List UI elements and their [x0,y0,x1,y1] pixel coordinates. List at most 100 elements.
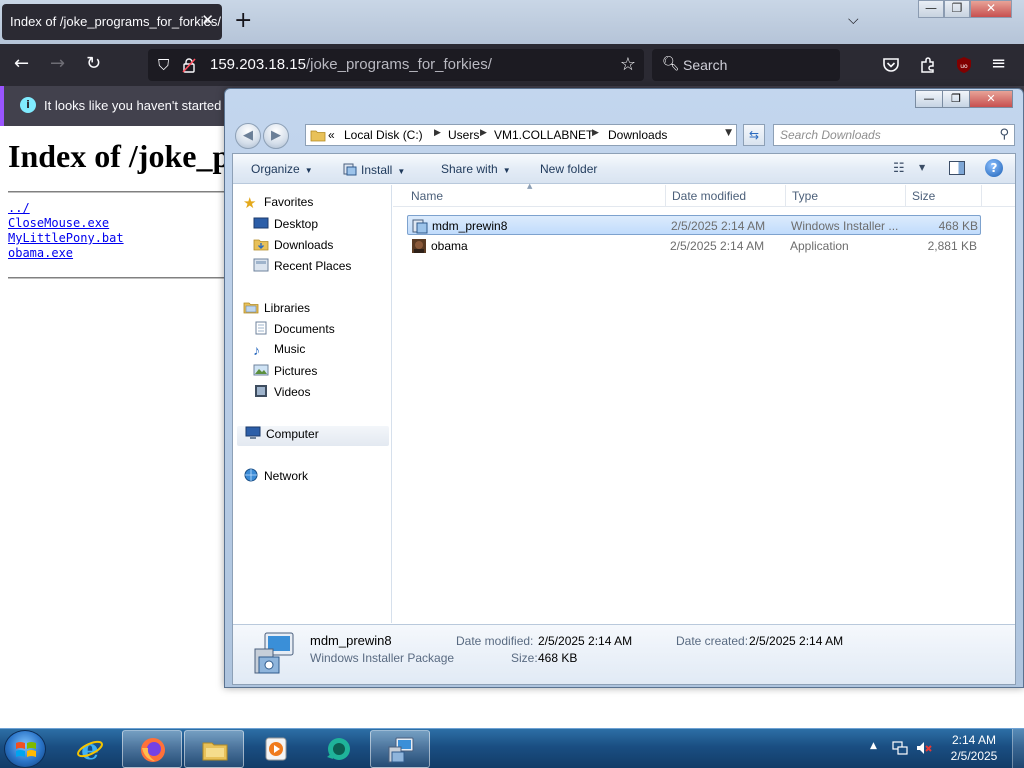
breadcrumb-user[interactable]: VM1.COLLABNET [494,128,593,142]
taskbar-media-player[interactable] [246,730,306,768]
chevron-down-icon[interactable]: ▼ [919,163,925,172]
file-row-mdm-prewin8[interactable]: mdm_prewin8 2/5/2025 2:14 AM Windows Ins… [407,215,981,235]
view-options-icon[interactable]: ☷ [893,161,905,176]
installer-icon [388,737,414,763]
svg-text:uo: uo [960,63,968,70]
minimize-button[interactable]: — [918,0,944,18]
share-with-button[interactable]: Share with ▼ [441,162,511,176]
search-input[interactable]: 🔍︎ Search [652,49,840,81]
reload-icon[interactable]: ↻ [86,53,101,75]
back-button[interactable]: ◀ [235,123,261,149]
column-divider[interactable] [665,185,666,207]
network-tray-icon[interactable] [892,740,908,756]
breadcrumb-users[interactable]: Users [448,128,479,142]
back-arrow-icon[interactable]: ← [14,53,29,75]
details-file-name: mdm_prewin8 [310,633,392,648]
nav-favorites[interactable]: ★ Favorites [243,195,379,215]
preview-pane-icon[interactable] [949,161,965,175]
nav-desktop[interactable]: Desktop [253,216,389,236]
new-folder-button[interactable]: New folder [540,162,597,176]
column-name[interactable]: Name [411,189,443,203]
nav-music[interactable]: ♪ Music [253,342,389,362]
file-type: Application [790,239,849,253]
column-type[interactable]: Type [792,189,818,203]
help-icon[interactable]: ? [985,159,1003,177]
address-dropdown-icon[interactable]: ▼ [725,128,732,138]
forward-button[interactable]: ▶ [263,123,289,149]
column-divider[interactable] [981,185,982,207]
nav-desktop-label: Desktop [274,217,319,231]
tab-bar: Index of /joke_programs_for_forkies/ ✕ +… [0,0,1024,44]
explorer-search-input[interactable]: Search Downloads ⚲ [773,124,1015,146]
nav-computer[interactable]: Computer [237,426,389,446]
explorer-minimize-button[interactable]: — [915,90,943,108]
refresh-icon[interactable]: ⇆ [743,124,765,146]
installer-icon [412,219,428,234]
file-size: 2,881 KB [927,239,977,253]
insecure-lock-icon[interactable] [182,57,196,73]
close-button[interactable]: ✕ [970,0,1012,18]
url-bar[interactable]: ⛉ 159.203.18.15/joke_programs_for_forkie… [148,49,644,81]
breadcrumb-local-disk[interactable]: Local Disk (C:) [344,128,423,142]
search-placeholder: Search [683,57,728,73]
column-divider[interactable] [905,185,906,207]
breadcrumb-overflow[interactable]: « [328,128,335,142]
nav-computer-label: Computer [266,427,319,441]
file-row-obama[interactable]: obama 2/5/2025 2:14 AM Application 2,881… [407,236,981,256]
maximize-button[interactable]: ❐ [944,0,970,18]
organize-button[interactable]: Organize ▼ [251,162,313,176]
nav-documents[interactable]: Documents [253,321,389,341]
details-date-created: 2/5/2025 2:14 AM [749,634,844,648]
url-text[interactable]: 159.203.18.15/joke_programs_for_forkies/ [210,56,492,73]
taskbar-chat-app[interactable] [308,730,368,768]
nav-network[interactable]: Network [243,468,379,488]
nav-pictures[interactable]: Pictures [253,363,389,383]
breadcrumb-downloads[interactable]: Downloads [608,128,667,142]
tracking-shield-icon[interactable]: ⛉ [158,56,169,74]
bookmark-star-icon[interactable]: ☆ [620,54,636,75]
show-hidden-icons-icon[interactable]: ▲ [870,741,877,751]
show-desktop-button[interactable] [1012,729,1024,768]
media-player-icon [265,737,287,761]
list-tabs-chevron-icon[interactable]: ⌵ [848,12,859,28]
breadcrumb-separator-icon[interactable]: ▶ [480,128,487,138]
taskbar-firefox[interactable] [122,730,182,768]
column-divider[interactable] [785,185,786,207]
nav-downloads[interactable]: Downloads [253,237,389,257]
organize-label: Organize [251,162,300,176]
breadcrumb-separator-icon[interactable]: ▶ [434,128,441,138]
url-path: /joke_programs_for_forkies/ [305,56,492,73]
breadcrumb-separator-icon[interactable]: ▶ [592,128,599,138]
nav-libraries[interactable]: Libraries [243,300,379,320]
install-button[interactable]: Install ▼ [343,162,405,177]
column-size[interactable]: Size [912,189,935,203]
explorer-body: Organize ▼ Install ▼ Share with ▼ New folde… [232,153,1016,685]
volume-muted-icon[interactable] [916,740,932,756]
column-date-modified[interactable]: Date modified [672,189,746,203]
nav-favorites-label: Favorites [264,195,314,209]
explorer-maximize-button[interactable]: ❐ [942,90,970,108]
chevron-down-icon: ▼ [304,166,313,175]
explorer-close-button[interactable]: ✕ [969,90,1013,108]
clock-time[interactable]: 2:14 AM [944,733,1004,747]
hamburger-menu-icon[interactable]: ≡ [991,53,1006,75]
taskbar-file-explorer[interactable] [184,730,244,768]
tab-close-icon[interactable]: ✕ [201,11,214,29]
forward-arrow-icon[interactable]: → [50,53,65,75]
nav-recent-places[interactable]: Recent Places [253,258,389,278]
command-bar: Organize ▼ Install ▼ Share with ▼ New folde… [233,154,1015,184]
address-bar[interactable]: « Local Disk (C:) ▶ Users ▶ VM1.COLLABNE… [305,124,737,146]
clock-date[interactable]: 2/5/2025 [944,749,1004,763]
new-tab-button[interactable]: + [234,8,252,34]
libraries-icon [243,302,259,314]
details-size-label: Size: [511,651,538,665]
taskbar-installer[interactable] [370,730,430,768]
search-icon[interactable]: ⚲ [999,127,1009,142]
start-button[interactable] [4,730,46,768]
tab-active[interactable]: Index of /joke_programs_for_forkies/ ✕ [2,4,222,40]
extensions-puzzle-icon[interactable] [919,56,937,74]
ublock-origin-icon[interactable]: uo [955,56,973,74]
nav-videos[interactable]: Videos [253,384,389,404]
pocket-icon[interactable] [882,56,900,74]
taskbar-internet-explorer[interactable]: e [60,730,120,768]
